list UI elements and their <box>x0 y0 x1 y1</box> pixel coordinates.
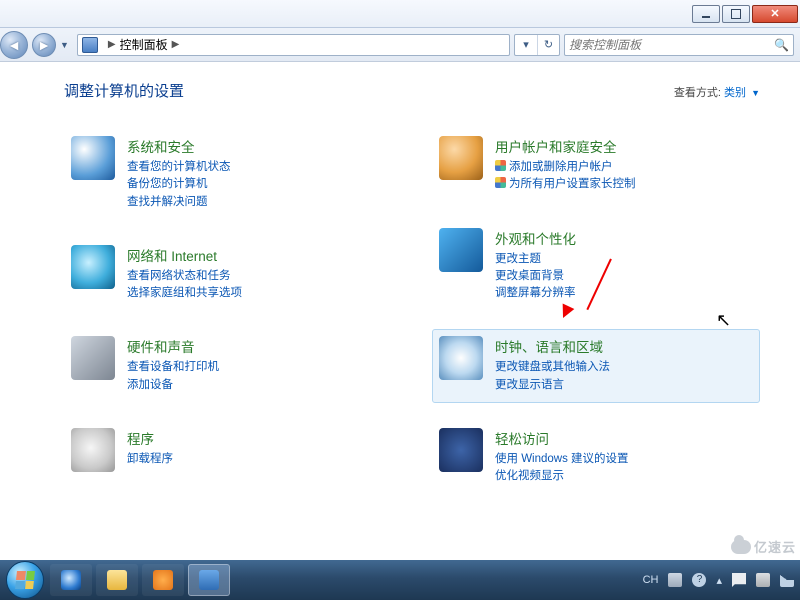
window-close-button[interactable] <box>752 5 798 23</box>
category-title[interactable]: 用户帐户和家庭安全 <box>495 136 636 156</box>
category-link[interactable]: 调整屏幕分辨率 <box>495 285 576 302</box>
category-link[interactable]: 更改显示语言 <box>495 377 610 394</box>
history-dropdown-button[interactable]: ▾ <box>515 35 537 55</box>
taskbar-explorer-button[interactable] <box>96 564 138 596</box>
network-icon[interactable] <box>756 573 770 587</box>
category-link[interactable]: 查看网络状态和任务 <box>127 268 242 285</box>
category-item: 硬件和声音查看设备和打印机添加设备 <box>64 329 392 403</box>
category-title[interactable]: 时钟、语言和区域 <box>495 336 610 356</box>
search-input[interactable] <box>569 38 774 52</box>
nav-history-dropdown[interactable]: ▼ <box>60 40 69 50</box>
category-link[interactable]: 更改主题 <box>495 251 576 268</box>
page-title: 调整计算机的设置 <box>64 80 184 101</box>
forward-arrow-icon: ► <box>37 37 51 53</box>
category-link[interactable]: 查看设备和打印机 <box>127 359 219 376</box>
uac-shield-icon <box>495 160 506 171</box>
nav-forward-button[interactable]: ► <box>32 33 56 57</box>
refresh-group: ▾ ↻ <box>514 34 560 56</box>
breadcrumb-sep-icon: ▶ <box>108 39 116 50</box>
taskbar: CH ? ▴ <box>0 560 800 600</box>
keyboard-icon[interactable] <box>668 573 682 587</box>
category-item: 系统和安全查看您的计算机状态备份您的计算机查找并解决问题 <box>64 129 392 220</box>
category-link[interactable]: 优化视频显示 <box>495 468 629 485</box>
system-tray: CH ? ▴ <box>643 573 794 587</box>
tray-chevron-icon[interactable]: ▴ <box>716 574 722 587</box>
category-column-left: 系统和安全查看您的计算机状态备份您的计算机查找并解决问题网络和 Internet… <box>64 129 392 494</box>
action-center-icon[interactable] <box>732 573 746 587</box>
category-link[interactable]: 备份您的计算机 <box>127 176 231 193</box>
category-item: 用户帐户和家庭安全添加或删除用户帐户为所有用户设置家长控制 <box>432 129 760 203</box>
category-link[interactable]: 选择家庭组和共享选项 <box>127 285 242 302</box>
category-column-right: 用户帐户和家庭安全添加或删除用户帐户为所有用户设置家长控制外观和个性化更改主题更… <box>432 129 760 494</box>
refresh-button[interactable]: ↻ <box>537 35 559 55</box>
category-link[interactable]: 更改桌面背景 <box>495 268 576 285</box>
category-title[interactable]: 轻松访问 <box>495 428 629 448</box>
chevron-down-icon: ▼ <box>751 88 760 98</box>
taskbar-media-player-button[interactable] <box>142 564 184 596</box>
category-link[interactable]: 为所有用户设置家长控制 <box>495 176 636 193</box>
explorer-icon <box>107 570 127 590</box>
content-area: 调整计算机的设置 查看方式: 类别 ▼ 系统和安全查看您的计算机状态备份您的计算… <box>0 62 800 560</box>
view-by-value: 类别 <box>724 87 746 99</box>
category-link[interactable]: 添加设备 <box>127 377 219 394</box>
category-link[interactable]: 更改键盘或其他输入法 <box>495 359 610 376</box>
help-icon[interactable]: ? <box>692 573 706 587</box>
category-icon <box>439 228 483 272</box>
cloud-icon <box>731 540 751 554</box>
category-title[interactable]: 程序 <box>127 428 173 448</box>
breadcrumb-root[interactable]: 控制面板 <box>120 36 168 53</box>
category-item: 外观和个性化更改主题更改桌面背景调整屏幕分辨率 <box>432 221 760 312</box>
search-box[interactable]: 🔍 <box>564 34 794 56</box>
category-icon <box>439 336 483 380</box>
window-maximize-button[interactable] <box>722 5 750 23</box>
ie-icon <box>61 570 81 590</box>
category-link[interactable]: 添加或删除用户帐户 <box>495 159 636 176</box>
category-item: 程序卸载程序 <box>64 421 392 481</box>
category-title[interactable]: 系统和安全 <box>127 136 231 156</box>
windows-logo-icon <box>15 571 35 589</box>
category-icon <box>71 136 115 180</box>
back-arrow-icon: ◄ <box>7 37 21 53</box>
taskbar-ie-button[interactable] <box>50 564 92 596</box>
breadcrumb-sep-icon: ▶ <box>172 39 180 50</box>
category-item: 时钟、语言和区域更改键盘或其他输入法更改显示语言 <box>432 329 760 403</box>
category-icon <box>439 428 483 472</box>
nav-back-button[interactable]: ◄ <box>0 31 28 59</box>
category-title[interactable]: 网络和 Internet <box>127 245 242 265</box>
category-item: 网络和 Internet 查看网络状态和任务选择家庭组和共享选项 <box>64 238 392 312</box>
category-icon <box>71 336 115 380</box>
breadcrumb-bar[interactable]: ▶ 控制面板 ▶ <box>77 34 510 56</box>
category-title[interactable]: 硬件和声音 <box>127 336 219 356</box>
taskbar-control-panel-button[interactable] <box>188 564 230 596</box>
volume-icon[interactable] <box>780 573 794 587</box>
window-minimize-button[interactable] <box>692 5 720 23</box>
address-bar: ◄ ► ▼ ▶ 控制面板 ▶ ▾ ↻ 🔍 <box>0 28 800 62</box>
media-player-icon <box>153 570 173 590</box>
category-icon <box>71 428 115 472</box>
title-bar <box>0 0 800 28</box>
view-by-label: 查看方式: <box>674 87 721 99</box>
control-panel-taskbar-icon <box>199 570 219 590</box>
search-icon: 🔍 <box>774 38 789 52</box>
category-link[interactable]: 查看您的计算机状态 <box>127 159 231 176</box>
ime-indicator[interactable]: CH <box>643 574 659 586</box>
category-icon <box>439 136 483 180</box>
view-by[interactable]: 查看方式: 类别 ▼ <box>674 84 760 100</box>
start-button[interactable] <box>6 561 44 599</box>
category-link[interactable]: 查找并解决问题 <box>127 194 231 211</box>
watermark: 亿速云 <box>731 537 796 556</box>
category-link[interactable]: 卸载程序 <box>127 451 173 468</box>
category-icon <box>71 245 115 289</box>
category-link[interactable]: 使用 Windows 建议的设置 <box>495 451 629 468</box>
category-item: 轻松访问使用 Windows 建议的设置优化视频显示 <box>432 421 760 495</box>
category-title[interactable]: 外观和个性化 <box>495 228 576 248</box>
control-panel-icon <box>82 37 98 53</box>
uac-shield-icon <box>495 177 506 188</box>
